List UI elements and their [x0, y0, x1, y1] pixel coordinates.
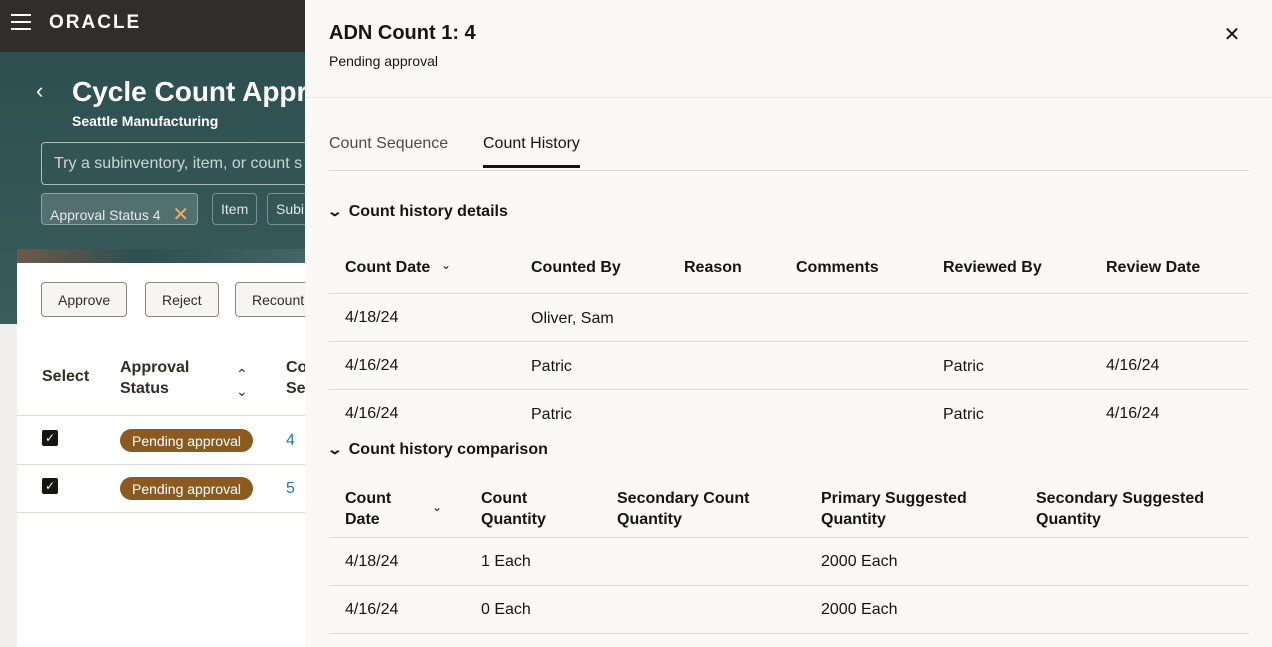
- filter-chip-label: Approval Status: [50, 207, 149, 223]
- drawer-subtitle: Pending approval: [329, 53, 438, 69]
- close-icon[interactable]: ✕: [1221, 22, 1243, 46]
- column-header-review-date[interactable]: Review Date: [1106, 257, 1200, 278]
- hamburger-menu-icon[interactable]: [11, 14, 31, 30]
- sort-icon[interactable]: ⌃ ⌄: [236, 366, 248, 400]
- row-divider: [329, 633, 1249, 634]
- comparison-count-quantity: 1 Each: [481, 553, 531, 570]
- comparison-count-date: 4/16/24: [345, 601, 399, 618]
- row-divider: [329, 389, 1249, 390]
- tab-count-sequence[interactable]: Count Sequence: [329, 135, 448, 165]
- history-count-date: 4/18/24: [345, 309, 399, 326]
- header-line: Secondary Suggested: [1036, 490, 1205, 507]
- comparison-count-quantity: 0 Each: [481, 601, 531, 618]
- column-header-count-date[interactable]: Count Date: [345, 488, 391, 530]
- remove-filter-icon[interactable]: ✕: [172, 204, 189, 226]
- row-divider: [329, 537, 1249, 538]
- row-checkbox[interactable]: ✓: [42, 478, 58, 494]
- count-sequence-link[interactable]: 5: [286, 480, 295, 498]
- column-header-secondary-count-quantity[interactable]: Secondary Count Quantity: [617, 488, 749, 530]
- header-line: Quantity: [821, 511, 886, 528]
- row-checkbox[interactable]: ✓: [42, 430, 58, 446]
- sort-descending-icon[interactable]: ⌄: [441, 258, 451, 272]
- row-divider: [329, 293, 1249, 294]
- row-divider: [329, 585, 1249, 586]
- history-count-date: 4/16/24: [345, 357, 399, 374]
- comparison-primary-suggested: 2000 Each: [821, 553, 898, 570]
- history-review-date: 4/16/24: [1106, 405, 1160, 422]
- status-badge: Pending approval: [120, 429, 253, 452]
- column-header-counted-by[interactable]: Counted By: [531, 257, 621, 278]
- search-input[interactable]: Try a subinventory, item, or count s: [41, 142, 331, 185]
- oracle-logo: ORACLE: [49, 12, 142, 33]
- history-reviewed-by: Patric: [943, 406, 984, 423]
- tab-count-history[interactable]: Count History: [483, 135, 580, 168]
- column-header-reviewed-by[interactable]: Reviewed By: [943, 257, 1042, 278]
- header-line: Quantity: [617, 511, 682, 528]
- comparison-primary-suggested: 2000 Each: [821, 601, 898, 618]
- column-header-reason[interactable]: Reason: [684, 257, 742, 278]
- chevron-down-icon: ⌄: [326, 203, 344, 219]
- section-label: Count history comparison: [348, 441, 548, 458]
- filter-chip-count: 4: [152, 207, 161, 223]
- header-line: Date: [345, 511, 380, 528]
- drawer-title: ADN Count 1: 4: [329, 22, 476, 44]
- column-header-approval-status[interactable]: Approval Status: [120, 357, 200, 399]
- header-line: Primary Suggested: [821, 490, 967, 507]
- row-divider: [329, 341, 1249, 342]
- drawer-header-divider: [305, 97, 1272, 98]
- tab-divider: [329, 170, 1249, 171]
- column-header-comments[interactable]: Comments: [796, 257, 879, 278]
- header-line: Quantity: [1036, 511, 1101, 528]
- header-line: Count: [345, 490, 392, 507]
- section-count-history-details[interactable]: ⌄ Count history details: [326, 203, 508, 221]
- back-arrow-icon[interactable]: ‹: [36, 78, 43, 104]
- history-reviewed-by: Patric: [943, 358, 984, 375]
- header-line: Secondary Count: [617, 490, 750, 507]
- history-count-date: 4/16/24: [345, 405, 399, 422]
- reject-button[interactable]: Reject: [145, 282, 219, 317]
- header-line: Count: [481, 490, 528, 507]
- filter-chip-item[interactable]: Item: [212, 193, 258, 225]
- filter-chip-approval-status[interactable]: Approval Status 4 ✕: [41, 193, 199, 226]
- count-sequence-link[interactable]: 4: [286, 432, 295, 450]
- column-header-primary-suggested-quantity[interactable]: Primary Suggested Quantity: [821, 488, 967, 530]
- approve-button[interactable]: Approve: [41, 282, 128, 317]
- page-subtitle: Seattle Manufacturing: [72, 113, 219, 129]
- page-title: Cycle Count Appr: [72, 76, 308, 107]
- section-label: Count history details: [348, 203, 508, 220]
- sort-descending-icon[interactable]: ⌄: [432, 500, 442, 514]
- history-counted-by: Oliver, Sam: [531, 310, 614, 327]
- column-header-count-date[interactable]: Count Date: [345, 257, 430, 278]
- status-badge: Pending approval: [120, 477, 253, 500]
- column-header-secondary-suggested-quantity[interactable]: Secondary Suggested Quantity: [1036, 488, 1204, 530]
- column-header-count-sequence[interactable]: Co Se: [286, 357, 306, 399]
- column-header-count-quantity[interactable]: Count Quantity: [481, 488, 546, 530]
- count-detail-drawer: ADN Count 1: 4 Pending approval ✕ Count …: [305, 0, 1272, 647]
- history-counted-by: Patric: [531, 358, 572, 375]
- history-counted-by: Patric: [531, 406, 572, 423]
- history-review-date: 4/16/24: [1106, 357, 1160, 374]
- header-line: Quantity: [481, 511, 546, 528]
- section-count-history-comparison[interactable]: ⌄ Count history comparison: [326, 441, 548, 459]
- chevron-down-icon: ⌄: [326, 441, 344, 457]
- column-header-select: Select: [42, 368, 90, 385]
- comparison-count-date: 4/18/24: [345, 553, 399, 570]
